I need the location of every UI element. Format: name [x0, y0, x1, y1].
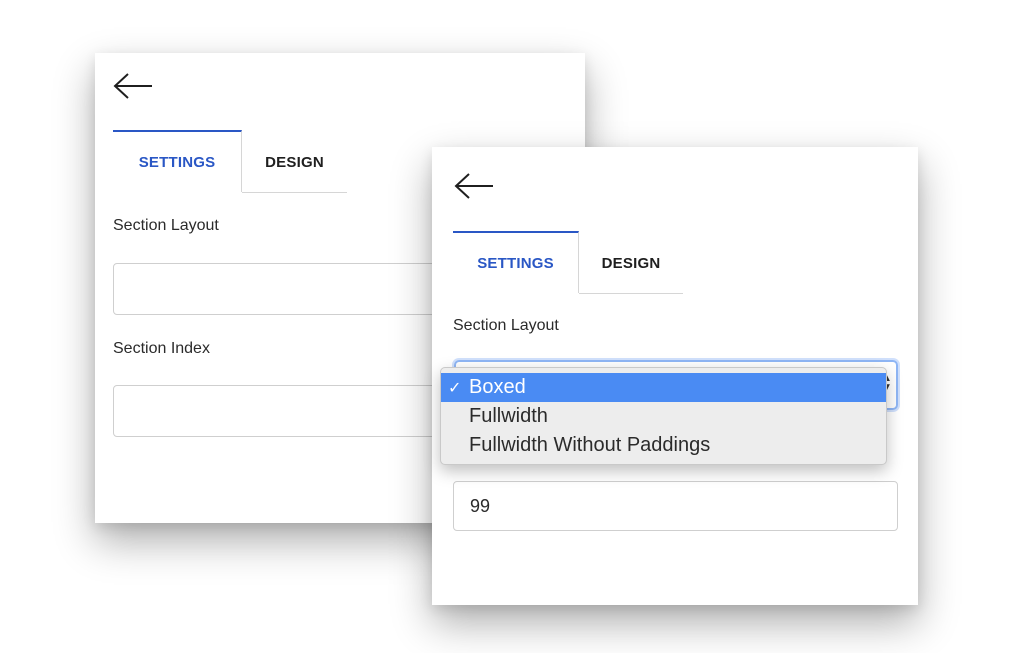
section-index-label: Section Index — [113, 340, 210, 357]
tab-settings[interactable]: SETTINGS — [113, 130, 242, 192]
section-layout-select[interactable] — [113, 263, 453, 315]
section-layout-label: Section Layout — [453, 317, 559, 334]
section-layout-label: Section Layout — [113, 217, 219, 234]
tab-design[interactable]: DESIGN — [579, 231, 683, 294]
section-index-input[interactable]: 99 — [453, 481, 898, 531]
tab-settings[interactable]: SETTINGS — [453, 231, 579, 293]
option-fullwidth-without-paddings[interactable]: Fullwidth Without Paddings — [441, 431, 886, 460]
check-icon: ✓ — [448, 379, 462, 397]
tab-bar: SETTINGS DESIGN — [453, 231, 683, 294]
option-boxed[interactable]: ✓ Boxed — [441, 373, 886, 402]
option-label: Fullwidth — [469, 405, 548, 427]
back-arrow-icon[interactable] — [112, 71, 154, 101]
tab-design[interactable]: DESIGN — [242, 130, 347, 193]
section-layout-dropdown-menu: ✓ Boxed Fullwidth Fullwidth Without Padd… — [440, 367, 887, 465]
option-label: Fullwidth Without Paddings — [469, 434, 711, 456]
option-label: Boxed — [469, 376, 526, 398]
tab-bar: SETTINGS DESIGN — [113, 130, 347, 193]
back-arrow-icon[interactable] — [453, 171, 495, 201]
section-index-input[interactable] — [113, 385, 453, 437]
option-fullwidth[interactable]: Fullwidth — [441, 402, 886, 431]
